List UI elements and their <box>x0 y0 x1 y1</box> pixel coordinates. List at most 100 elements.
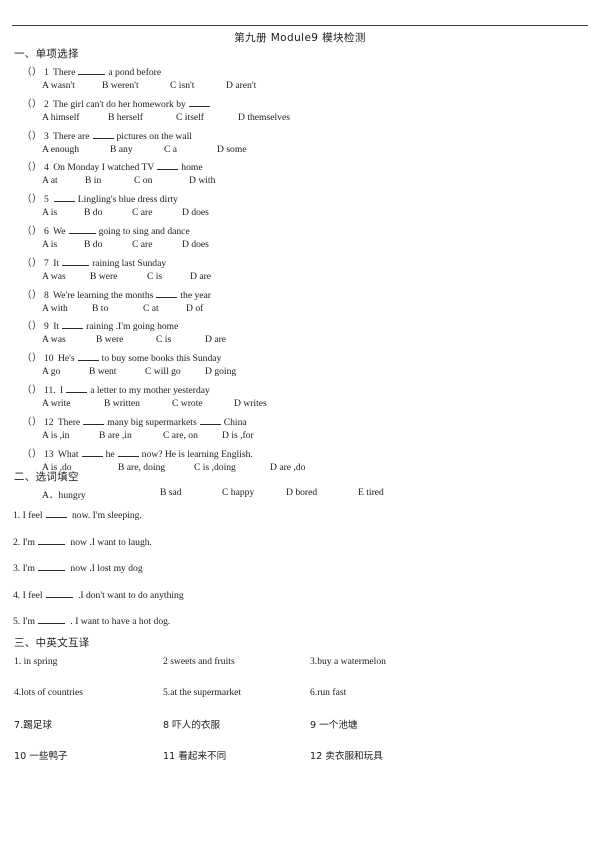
answer-blank[interactable] <box>92 130 114 139</box>
answer-option[interactable]: C will go <box>145 366 181 377</box>
translation-item[interactable]: 9 一个池塘 <box>310 717 358 731</box>
answer-option[interactable]: D with <box>189 175 215 186</box>
answer-blank[interactable] <box>62 320 84 330</box>
translation-item[interactable]: 8 吓人的衣服 <box>163 717 220 731</box>
answer-blank[interactable] <box>156 289 178 298</box>
answer-option[interactable]: B are ,in <box>99 430 132 441</box>
answer-option[interactable]: A wasn't <box>42 80 75 91</box>
translation-item[interactable]: 4.lots of countries <box>14 687 83 698</box>
answer-option[interactable]: D of <box>186 303 203 314</box>
answer-bracket[interactable]: （ ） <box>22 287 44 301</box>
answer-option[interactable]: B were <box>96 334 123 345</box>
translation-item[interactable]: 11 看起来不同 <box>163 748 226 762</box>
answer-blank[interactable] <box>78 66 106 75</box>
answer-bracket[interactable]: （ ） <box>22 159 44 173</box>
answer-bracket[interactable]: （ ） <box>22 191 44 205</box>
answer-option[interactable]: D does <box>182 239 209 250</box>
answer-blank[interactable] <box>62 257 90 266</box>
answer-option[interactable]: B do <box>84 207 102 218</box>
answer-option[interactable]: D are <box>205 334 226 345</box>
answer-option[interactable]: C are, on <box>163 430 198 441</box>
answer-bracket[interactable]: （ ） <box>22 318 44 332</box>
answer-option[interactable]: C are <box>132 239 153 250</box>
answer-option[interactable]: B in <box>85 175 101 186</box>
translation-item[interactable]: 7.踢足球 <box>14 717 52 731</box>
answer-option[interactable]: C is <box>147 271 162 282</box>
answer-option[interactable]: D some <box>217 144 247 155</box>
answer-blank[interactable] <box>188 98 210 107</box>
answer-option[interactable]: B any <box>110 144 133 155</box>
answer-option[interactable]: C wrote <box>172 398 203 409</box>
answer-option[interactable]: B to <box>92 303 108 314</box>
answer-bracket[interactable]: （ ） <box>22 128 44 142</box>
answer-option[interactable]: C are <box>132 207 153 218</box>
answer-option[interactable]: A himself <box>42 112 80 123</box>
answer-blank[interactable] <box>77 352 99 362</box>
answer-option[interactable]: B were <box>90 271 117 282</box>
answer-bracket[interactable]: （ ） <box>22 446 44 460</box>
answer-option[interactable]: B weren't <box>102 80 139 91</box>
answer-blank[interactable] <box>38 562 65 571</box>
answer-bracket[interactable]: （ ） <box>22 350 44 364</box>
answer-option[interactable]: C is ,doing <box>194 462 236 473</box>
answer-blank[interactable] <box>66 384 88 393</box>
translation-item[interactable]: 3.buy a watermelon <box>310 656 386 667</box>
answer-blank[interactable] <box>45 589 73 598</box>
answer-bracket[interactable]: （ ） <box>22 64 44 78</box>
answer-option[interactable]: A is <box>42 207 57 218</box>
answer-option[interactable]: A with <box>42 303 68 314</box>
answer-blank[interactable] <box>45 509 67 518</box>
answer-option[interactable]: B do <box>84 239 102 250</box>
answer-option[interactable]: B went <box>89 366 116 377</box>
answer-option[interactable]: D writes <box>234 398 267 409</box>
answer-option[interactable]: D aren't <box>226 80 256 91</box>
answer-option[interactable]: D does <box>182 207 209 218</box>
translation-item[interactable]: 12 卖衣服和玩具 <box>310 748 383 762</box>
answer-option[interactable]: C at <box>143 303 159 314</box>
answer-option[interactable]: D are ,do <box>270 462 305 473</box>
word-bank-option[interactable]: C happy <box>222 487 254 498</box>
answer-option[interactable]: A at <box>42 175 58 186</box>
answer-option[interactable]: A go <box>42 366 60 377</box>
answer-bracket[interactable]: （ ） <box>22 223 44 237</box>
word-bank-option[interactable]: B sad <box>160 487 182 498</box>
answer-blank[interactable] <box>83 416 105 425</box>
translation-item[interactable]: 10 一些鸭子 <box>14 748 68 762</box>
answer-option[interactable]: A was <box>42 271 66 282</box>
answer-option[interactable]: C a <box>164 144 177 155</box>
translation-item[interactable]: 2 sweets and fruits <box>163 656 235 667</box>
answer-blank[interactable] <box>68 225 96 234</box>
translation-item[interactable]: 1. in spring <box>14 656 57 667</box>
answer-blank[interactable] <box>157 161 179 171</box>
answer-option[interactable]: B herself <box>108 112 143 123</box>
translation-item[interactable]: 5.at the supermarket <box>163 687 241 698</box>
translation-item[interactable]: 6.run fast <box>310 687 346 698</box>
answer-option[interactable]: B are, doing <box>118 462 165 473</box>
answer-blank[interactable] <box>38 536 65 545</box>
answer-option[interactable]: C on <box>134 175 152 186</box>
word-bank-option[interactable]: A．hungry <box>42 487 86 501</box>
answer-option[interactable]: D are <box>190 271 211 282</box>
answer-blank[interactable] <box>81 448 103 457</box>
answer-option[interactable]: B written <box>104 398 140 409</box>
answer-option[interactable]: A is ,in <box>42 430 69 441</box>
answer-option[interactable]: C isn't <box>170 80 194 91</box>
answer-option[interactable]: A was <box>42 334 66 345</box>
answer-bracket[interactable]: （ ） <box>22 382 44 396</box>
answer-bracket[interactable]: （ ） <box>22 255 44 269</box>
answer-option[interactable]: D is ,for <box>222 430 254 441</box>
answer-option[interactable]: D themselves <box>238 112 290 123</box>
answer-blank[interactable] <box>117 448 139 457</box>
answer-blank[interactable] <box>38 615 65 624</box>
answer-option[interactable]: A enough <box>42 144 79 155</box>
answer-blank[interactable] <box>53 193 75 203</box>
answer-option[interactable]: A is <box>42 239 57 250</box>
answer-option[interactable]: A write <box>42 398 71 409</box>
word-bank-option[interactable]: E tired <box>358 487 384 498</box>
answer-option[interactable]: C itself <box>176 112 204 123</box>
answer-blank[interactable] <box>199 416 221 425</box>
answer-option[interactable]: D going <box>205 366 236 377</box>
word-bank-option[interactable]: D bored <box>286 487 317 498</box>
answer-bracket[interactable]: （ ） <box>22 96 44 110</box>
answer-option[interactable]: C is <box>156 334 171 345</box>
